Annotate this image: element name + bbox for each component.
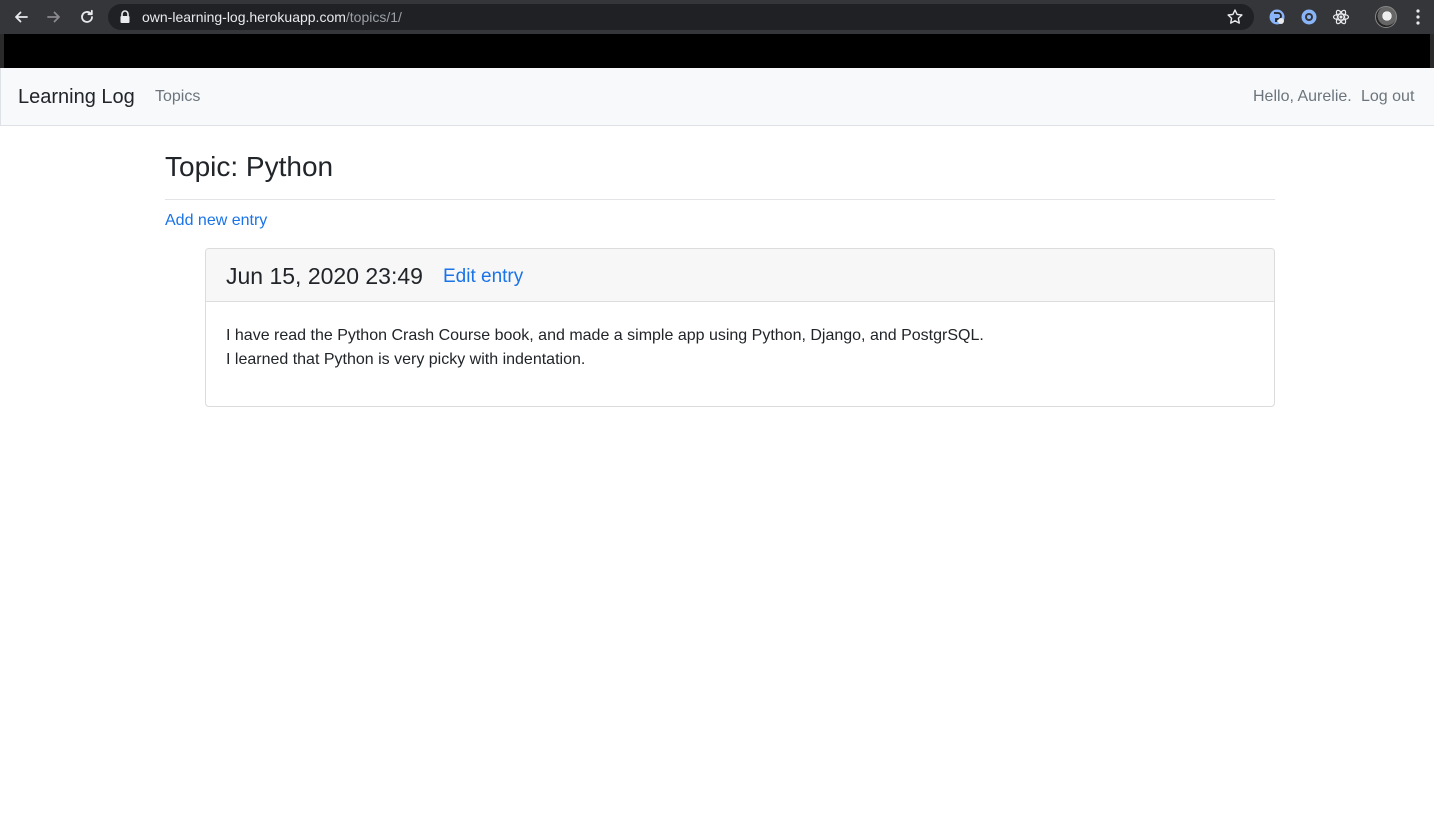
title-divider: [165, 199, 1275, 200]
react-devtools-icon[interactable]: [1332, 8, 1350, 26]
url-path: /topics/1/: [345, 9, 402, 25]
entry-card-header: Jun 15, 2020 23:49 Edit entry: [206, 249, 1274, 302]
site-navbar: Learning Log Topics Hello, Aurelie. Log …: [0, 68, 1434, 126]
entry-card-body: I have read the Python Crash Course book…: [226, 324, 1256, 372]
entry-card: Jun 15, 2020 23:49 Edit entry I have rea…: [205, 248, 1275, 407]
profile-avatar[interactable]: [1375, 6, 1397, 28]
forward-arrow-icon[interactable]: [42, 5, 66, 29]
url-host: own-learning-log.herokuapp.com: [142, 9, 346, 25]
reload-icon[interactable]: [75, 5, 99, 29]
entry-date: Jun 15, 2020 23:49: [226, 263, 423, 289]
star-icon[interactable]: [1226, 8, 1244, 26]
extension-icon-1[interactable]: [1268, 8, 1286, 26]
url-text[interactable]: own-learning-log.herokuapp.com/topics/1/: [142, 9, 402, 25]
entry-text-line: I have read the Python Crash Course book…: [226, 327, 984, 344]
brand-link[interactable]: Learning Log: [18, 86, 135, 108]
page-title: Topic: Python: [165, 151, 334, 182]
user-greeting: Hello, Aurelie.: [1253, 88, 1352, 105]
edit-entry-link[interactable]: Edit entry: [443, 266, 523, 288]
address-bar[interactable]: own-learning-log.herokuapp.com/topics/1/: [108, 4, 1254, 30]
lock-icon[interactable]: [119, 10, 131, 24]
add-new-entry-link[interactable]: Add new entry: [165, 211, 267, 230]
extension-icon-2[interactable]: [1300, 8, 1318, 26]
browser-toolbar: own-learning-log.herokuapp.com/topics/1/: [0, 0, 1434, 34]
entry-text-line: I learned that Python is very picky with…: [226, 351, 586, 368]
nav-link-topics[interactable]: Topics: [155, 88, 200, 106]
logout-link[interactable]: Log out: [1361, 88, 1414, 106]
kebab-menu-icon[interactable]: [1412, 8, 1424, 26]
black-banner: [0, 34, 1434, 68]
back-arrow-icon[interactable]: [9, 5, 33, 29]
